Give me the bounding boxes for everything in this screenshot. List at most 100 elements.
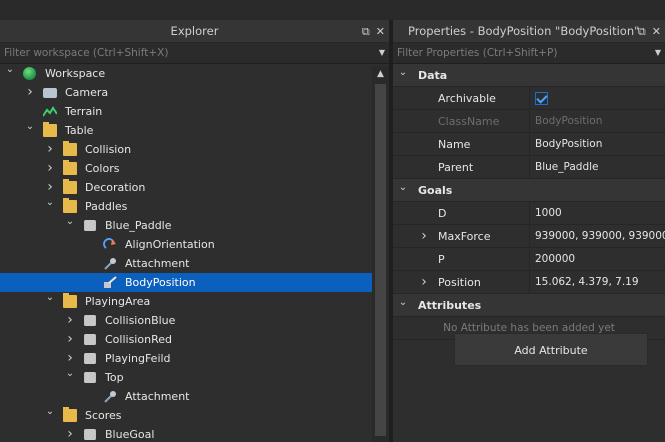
explorer-title: Explorer xyxy=(170,24,219,38)
tree-item-label: Workspace xyxy=(45,67,106,80)
properties-filter-placeholder: Filter Properties (Ctrl+Shift+P) xyxy=(397,47,558,59)
part-icon xyxy=(84,314,96,327)
column-divider xyxy=(529,110,530,132)
expand-chevron-icon[interactable]: › xyxy=(44,159,56,178)
column-divider xyxy=(529,156,530,178)
close-icon[interactable]: ✕ xyxy=(652,25,661,38)
folder-icon xyxy=(63,407,77,422)
tree-item-label: Colors xyxy=(85,162,120,175)
tree-item-label: Terrain xyxy=(65,105,103,118)
property-value[interactable]: 939000, 939000, 939000 xyxy=(535,225,665,248)
collapse-chevron-icon[interactable]: ⌄ xyxy=(44,402,56,421)
tree-item-label: Collision xyxy=(85,143,132,156)
dropdown-arrow-icon[interactable]: ▼ xyxy=(655,43,661,63)
explorer-scrollbar[interactable]: ▲ xyxy=(372,66,389,442)
attachment-icon xyxy=(103,390,117,403)
property-row-d[interactable]: D 1000 xyxy=(393,202,665,225)
camera-icon xyxy=(43,88,57,98)
explorer-tree: ⌄ Workspace › Camera Terrain ⌄ Table › Collision… xyxy=(0,64,389,442)
tree-item-paddles[interactable]: ⌄ Paddles xyxy=(0,197,372,216)
tree-item-collision[interactable]: › Collision xyxy=(0,140,372,159)
tree-item-playingfeild[interactable]: › PlayingFeild xyxy=(0,349,372,368)
tree-item-label: BlueGoal xyxy=(105,428,155,441)
folder-icon xyxy=(43,122,57,137)
properties-filter-input[interactable]: Filter Properties (Ctrl+Shift+P) ▼ xyxy=(393,43,665,64)
collapse-chevron-icon[interactable]: ⌄ xyxy=(24,117,36,136)
collapse-chevron-icon[interactable]: ⌄ xyxy=(44,193,56,212)
tree-item-bluegoal[interactable]: › BlueGoal xyxy=(0,425,372,442)
property-value: BodyPosition xyxy=(535,115,603,127)
undock-icon[interactable]: ⧉ xyxy=(362,25,370,38)
dropdown-arrow-icon[interactable]: ▼ xyxy=(379,43,385,63)
part-icon xyxy=(84,333,96,346)
expand-chevron-icon[interactable]: › xyxy=(64,311,76,330)
tree-item-label: Camera xyxy=(65,86,109,99)
scrollbar-thumb[interactable] xyxy=(375,84,386,436)
property-value[interactable]: 200000 xyxy=(535,248,575,271)
tree-item-collisionred[interactable]: › CollisionRed xyxy=(0,330,372,349)
property-row-p[interactable]: P 200000 xyxy=(393,248,665,271)
expand-chevron-icon[interactable]: › xyxy=(64,330,76,349)
archivable-checkbox[interactable] xyxy=(535,92,548,105)
section-goals[interactable]: ⌄ Goals xyxy=(393,179,665,202)
tree-item-attachment[interactable]: Attachment xyxy=(0,254,372,273)
property-name: D xyxy=(438,207,447,220)
tree-item-workspace[interactable]: ⌄ Workspace xyxy=(0,64,372,83)
property-row-name[interactable]: Name BodyPosition xyxy=(393,133,665,156)
property-value[interactable]: BodyPosition xyxy=(535,133,602,156)
folder-icon xyxy=(63,179,77,194)
tree-item-table[interactable]: ⌄ Table xyxy=(0,121,372,140)
tree-item-label: BodyPosition xyxy=(125,276,196,289)
column-divider xyxy=(529,248,530,270)
undock-icon[interactable]: ⧉ xyxy=(638,25,646,38)
section-attributes[interactable]: ⌄ Attributes xyxy=(393,294,665,317)
tree-item-blue_paddle[interactable]: ⌄ Blue_Paddle xyxy=(0,216,372,235)
tree-item-camera[interactable]: › Camera xyxy=(0,83,372,102)
collapse-chevron-icon[interactable]: ⌄ xyxy=(64,364,76,383)
collapse-chevron-icon[interactable]: ⌄ xyxy=(64,212,76,231)
column-divider xyxy=(529,271,530,293)
tree-item-colors[interactable]: › Colors xyxy=(0,159,372,178)
collapse-chevron-icon[interactable]: ⌄ xyxy=(397,291,409,314)
property-row-classname[interactable]: ClassName BodyPosition xyxy=(393,110,665,133)
collapse-chevron-icon[interactable]: ⌄ xyxy=(4,60,16,79)
property-value[interactable]: 1000 xyxy=(535,202,562,225)
property-name: P xyxy=(438,253,445,266)
property-value[interactable]: Blue_Paddle xyxy=(535,156,599,179)
scroll-up-icon[interactable]: ▲ xyxy=(372,66,389,82)
expand-chevron-icon[interactable]: › xyxy=(44,140,56,159)
expand-chevron-icon[interactable]: › xyxy=(418,225,430,248)
tree-item-alignorientation[interactable]: AlignOrientation xyxy=(0,235,372,254)
property-value[interactable]: 15.062, 4.379, 7.19 xyxy=(535,271,639,294)
property-name: MaxForce xyxy=(438,230,491,243)
collapse-chevron-icon[interactable]: ⌄ xyxy=(397,61,409,84)
part-icon xyxy=(84,428,96,441)
section-title: Attributes xyxy=(418,299,482,312)
tree-item-label: CollisionRed xyxy=(105,333,172,346)
property-name: Parent xyxy=(438,161,474,174)
property-row-maxforce[interactable]: › MaxForce 939000, 939000, 939000 xyxy=(393,225,665,248)
tree-item-terrain[interactable]: Terrain xyxy=(0,102,372,121)
tree-item-top[interactable]: ⌄ Top xyxy=(0,368,372,387)
property-row-archivable[interactable]: Archivable xyxy=(393,87,665,110)
tree-item-playingarea[interactable]: ⌄ PlayingArea xyxy=(0,292,372,311)
part-icon xyxy=(84,371,96,384)
expand-chevron-icon[interactable]: › xyxy=(24,83,36,102)
tree-item-label: Paddles xyxy=(85,200,128,213)
explorer-filter-input[interactable]: Filter workspace (Ctrl+Shift+X) ▼ xyxy=(0,43,389,64)
collapse-chevron-icon[interactable]: ⌄ xyxy=(397,176,409,199)
add-attribute-button[interactable]: Add Attribute xyxy=(454,333,648,366)
property-row-parent[interactable]: Parent Blue_Paddle xyxy=(393,156,665,179)
close-icon[interactable]: ✕ xyxy=(376,25,385,38)
tree-item-scores[interactable]: ⌄ Scores xyxy=(0,406,372,425)
section-data[interactable]: ⌄ Data xyxy=(393,64,665,87)
properties-panel: Properties - BodyPosition "BodyPosition"… xyxy=(393,20,665,442)
tree-item-collisionblue[interactable]: › CollisionBlue xyxy=(0,311,372,330)
body-position-icon xyxy=(103,276,117,289)
expand-chevron-icon[interactable]: › xyxy=(418,271,430,294)
property-row-position[interactable]: › Position 15.062, 4.379, 7.19 xyxy=(393,271,665,294)
collapse-chevron-icon[interactable]: ⌄ xyxy=(44,288,56,307)
folder-icon xyxy=(63,160,77,175)
expand-chevron-icon[interactable]: › xyxy=(64,425,76,442)
property-name: Position xyxy=(438,276,481,289)
